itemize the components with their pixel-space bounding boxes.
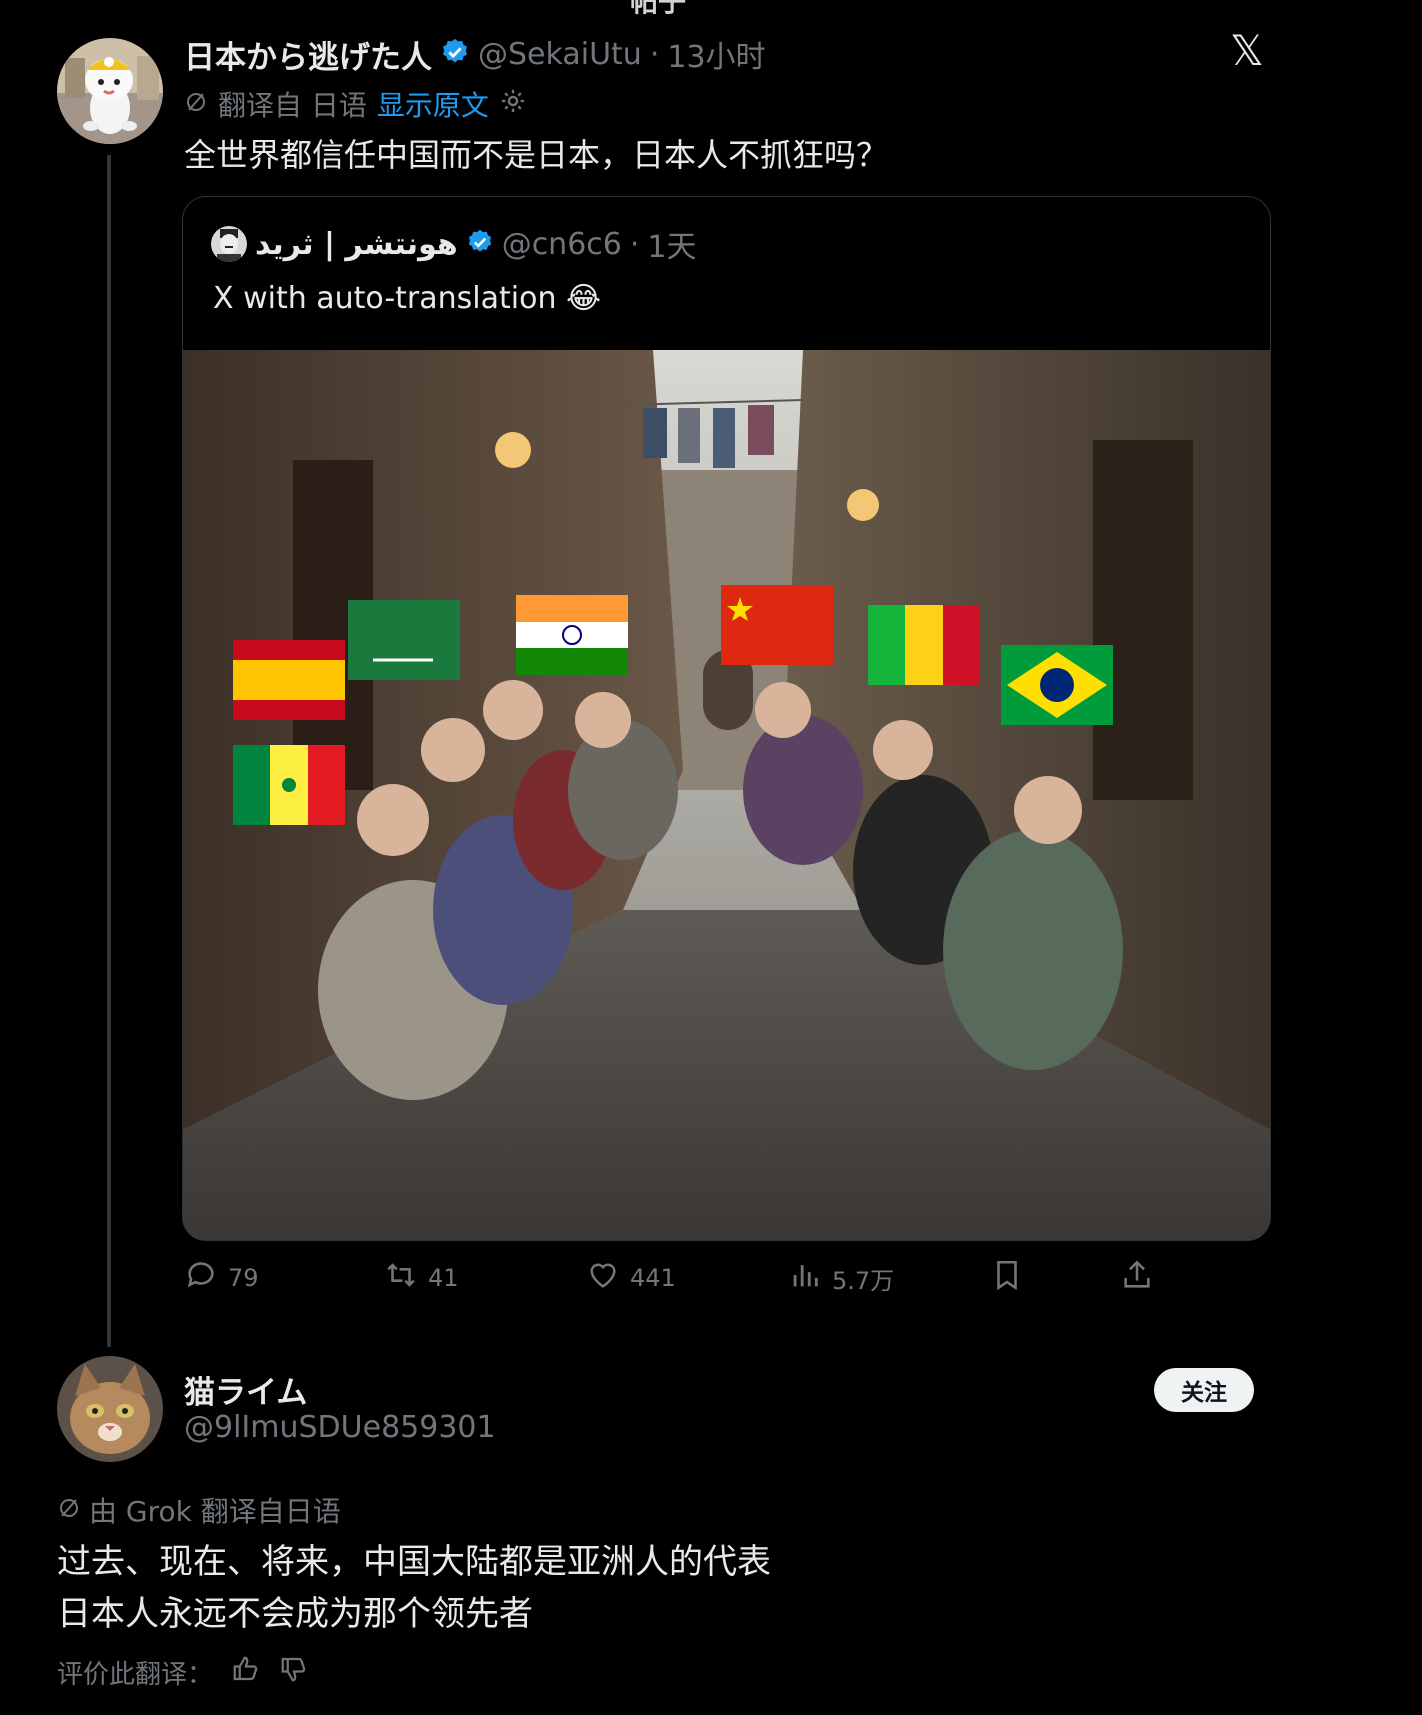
reply-translation-bar: 由 Grok 翻译自日语 bbox=[57, 1490, 341, 1530]
author-avatar[interactable] bbox=[57, 38, 163, 144]
show-original-link[interactable]: 显示原文 bbox=[377, 84, 489, 124]
quote-author-avatar[interactable] bbox=[211, 226, 247, 262]
translate-icon bbox=[184, 88, 208, 121]
quote-header: هونتشر | ثريد @cn6c6 · 1天 bbox=[211, 219, 697, 269]
flag-mali-icon bbox=[868, 605, 980, 685]
share-action[interactable] bbox=[1120, 1258, 1154, 1298]
views-action[interactable]: 5.7万 bbox=[788, 1258, 894, 1298]
reply-count: 79 bbox=[228, 1264, 259, 1292]
reply-display-name[interactable]: 猫ライム bbox=[184, 1367, 307, 1412]
tweet-action-bar: 79 41 441 5.7万 bbox=[184, 1258, 1184, 1298]
translation-settings-gear-icon[interactable] bbox=[499, 87, 527, 122]
quote-author-display-name[interactable]: هونتشر | ثريد bbox=[255, 227, 458, 262]
translation-bar: 翻译自 日语 显示原文 bbox=[184, 84, 527, 124]
like-count: 441 bbox=[630, 1264, 676, 1292]
repost-icon bbox=[384, 1258, 418, 1298]
like-action[interactable]: 441 bbox=[586, 1258, 676, 1298]
author-display-name[interactable]: 日本から逃げた人 bbox=[184, 32, 432, 77]
quote-text: X with auto-translation 😂 bbox=[213, 281, 602, 316]
heart-icon bbox=[586, 1258, 620, 1298]
grok-translated-label: 由 Grok 翻译自日语 bbox=[89, 1495, 341, 1528]
reply-text-line-1: 过去、现在、将来，中国大陆都是亚洲人的代表 bbox=[57, 1542, 771, 1582]
reply-action[interactable]: 79 bbox=[184, 1258, 259, 1298]
bookmark-icon bbox=[990, 1258, 1024, 1298]
author-handle[interactable]: @SekaiUtu bbox=[478, 37, 642, 72]
flag-spain-icon bbox=[233, 640, 345, 720]
share-icon bbox=[1120, 1258, 1154, 1298]
translate-icon bbox=[57, 1494, 81, 1527]
reply-text: 过去、现在、将来，中国大陆都是亚洲人的代表 日本人永远不会成为那个领先者 bbox=[57, 1536, 771, 1640]
tweet-text: 全世界都信任中国而不是日本，日本人不抓狂吗？ bbox=[184, 136, 889, 174]
thumbs-down-icon[interactable] bbox=[279, 1654, 309, 1691]
reply-icon bbox=[184, 1258, 218, 1298]
reply-text-line-2: 日本人永远不会成为那个领先者 bbox=[57, 1594, 533, 1634]
bookmark-action[interactable] bbox=[990, 1258, 1024, 1298]
thread-connector-line bbox=[107, 155, 111, 1347]
reply-author-avatar[interactable] bbox=[57, 1356, 163, 1462]
reply-handle[interactable]: @9lImuSDUe859301 bbox=[184, 1410, 496, 1445]
quote-time-separator: · bbox=[629, 226, 640, 262]
quote-media-image[interactable] bbox=[183, 350, 1270, 1240]
flag-brazil-icon bbox=[1001, 645, 1113, 725]
tweet-header: 日本から逃げた人 @SekaiUtu · 13小时 bbox=[184, 32, 766, 76]
repost-count: 41 bbox=[428, 1264, 459, 1292]
views-count: 5.7万 bbox=[832, 1266, 895, 1295]
x-logo-icon[interactable]: 𝕏 bbox=[1230, 26, 1264, 75]
flag-china-icon bbox=[721, 585, 833, 665]
quoted-tweet-card[interactable]: هونتشر | ثريد @cn6c6 · 1天 X with auto-tr… bbox=[182, 196, 1271, 1241]
rate-translation-bar: 评价此翻译： bbox=[57, 1652, 309, 1692]
time-separator: · bbox=[649, 36, 660, 72]
tweet-timestamp[interactable]: 13小时 bbox=[667, 32, 765, 76]
flag-senegal-icon bbox=[233, 745, 345, 825]
rate-translation-label: 评价此翻译： bbox=[57, 1659, 214, 1690]
quote-author-handle[interactable]: @cn6c6 bbox=[502, 227, 622, 262]
follow-button[interactable]: 关注 bbox=[1154, 1368, 1254, 1412]
verified-badge-icon bbox=[440, 37, 470, 71]
flag-india-icon bbox=[516, 595, 628, 675]
quote-verified-badge-icon bbox=[466, 228, 494, 260]
thumbs-up-icon[interactable] bbox=[231, 1654, 261, 1691]
translated-from-label: 翻译自 日语 bbox=[218, 89, 367, 122]
flag-saudi-icon bbox=[348, 600, 460, 680]
repost-action[interactable]: 41 bbox=[384, 1258, 459, 1298]
quote-timestamp: 1天 bbox=[647, 230, 697, 265]
views-chart-icon bbox=[788, 1258, 822, 1298]
page-header-fragment: 帖子 bbox=[630, 0, 687, 18]
